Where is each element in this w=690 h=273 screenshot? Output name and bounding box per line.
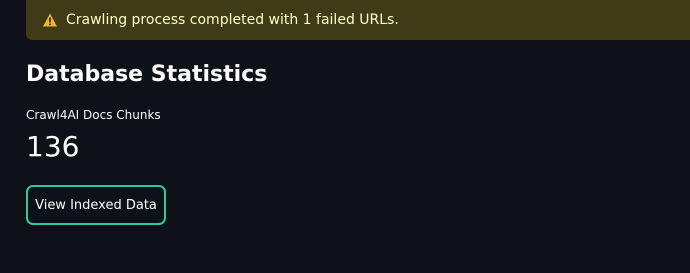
section-title: Database Statistics (26, 62, 268, 87)
metric-label: Crawl4AI Docs Chunks (26, 108, 161, 122)
view-indexed-data-button[interactable]: View Indexed Data (26, 185, 166, 225)
metric-value: 136 (26, 130, 80, 163)
warning-alert: Crawling process completed with 1 failed… (26, 0, 690, 40)
warning-message: Crawling process completed with 1 failed… (66, 12, 399, 28)
warning-icon (42, 12, 58, 28)
main-content: Crawling process completed with 1 failed… (0, 0, 690, 273)
